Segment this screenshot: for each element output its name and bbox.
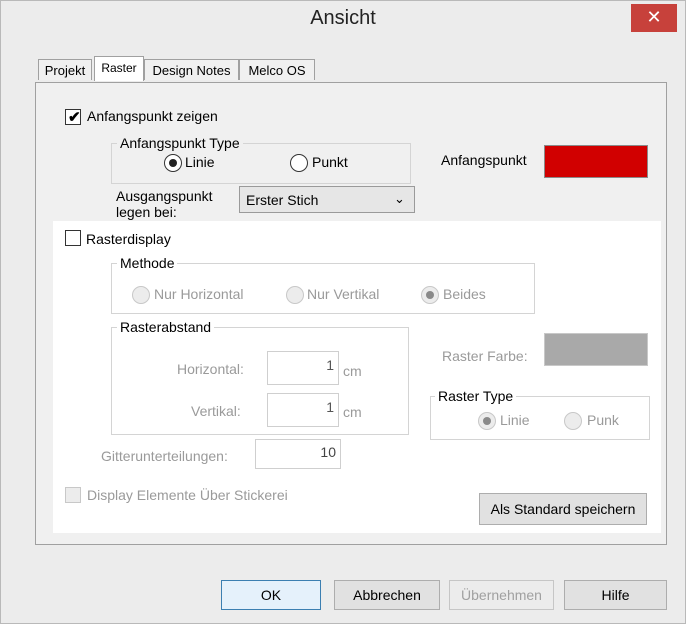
- tab-design-notes[interactable]: Design Notes: [144, 59, 239, 80]
- method-vertical-radio[interactable]: [286, 286, 304, 304]
- grid-display-checkbox[interactable]: [65, 230, 81, 246]
- method-both-label: Beides: [443, 286, 486, 302]
- place-origin-label: Ausgangspunkt legen bei:: [116, 188, 213, 220]
- apply-button[interactable]: Übernehmen: [449, 580, 554, 610]
- ok-button[interactable]: OK: [221, 580, 321, 610]
- title-bar[interactable]: Ansicht ✕: [1, 1, 685, 39]
- tab-projekt[interactable]: Projekt: [38, 59, 92, 80]
- window-title: Ansicht: [310, 7, 376, 29]
- ansicht-dialog: Ansicht ✕ Projekt Raster Design Notes Me…: [0, 0, 686, 624]
- spacing-group-label: Rasterabstand: [117, 319, 215, 335]
- tab-melco-os[interactable]: Melco OS: [239, 59, 315, 80]
- method-both-radio[interactable]: [421, 286, 439, 304]
- grid-color-label: Raster Farbe:: [442, 348, 528, 364]
- horizontal-spacing-input[interactable]: 1: [267, 351, 339, 385]
- place-origin-label-line1: Ausgangspunkt: [116, 188, 213, 204]
- origin-color-swatch[interactable]: [544, 145, 648, 178]
- help-button[interactable]: Hilfe: [564, 580, 667, 610]
- method-group-label: Methode: [117, 255, 178, 271]
- close-icon: ✕: [646, 7, 662, 27]
- grid-display-label: Rasterdisplay: [86, 231, 171, 247]
- spacing-group: Rasterabstand: [111, 319, 409, 435]
- tab-raster[interactable]: Raster: [94, 56, 144, 81]
- origin-type-line-label: Linie: [185, 154, 215, 170]
- checkmark-icon: ✔: [68, 109, 81, 126]
- method-horizontal-radio[interactable]: [132, 286, 150, 304]
- horizontal-spacing-unit: cm: [343, 363, 362, 379]
- vertical-spacing-unit: cm: [343, 404, 362, 420]
- elements-over-embroidery-checkbox[interactable]: [65, 487, 81, 503]
- place-origin-select[interactable]: Erster Stich ⌄: [239, 186, 415, 213]
- origin-type-group: Anfangspunkt Type: [111, 135, 411, 184]
- origin-color-label: Anfangspunkt: [441, 152, 527, 168]
- grid-type-line-radio[interactable]: [478, 412, 496, 430]
- save-as-default-button[interactable]: Als Standard speichern: [479, 493, 647, 525]
- origin-type-point-label: Punkt: [312, 154, 348, 170]
- grid-color-swatch[interactable]: [544, 333, 648, 366]
- vertical-spacing-input[interactable]: 1: [267, 393, 339, 427]
- method-horizontal-label: Nur Horizontal: [154, 286, 244, 302]
- chevron-down-icon: ⌄: [394, 191, 405, 206]
- elements-over-embroidery-label: Display Elemente Über Stickerei: [87, 487, 288, 503]
- origin-type-point-radio[interactable]: [290, 154, 308, 172]
- place-origin-label-line2: legen bei:: [116, 204, 177, 220]
- show-origin-label: Anfangspunkt zeigen: [87, 108, 218, 124]
- method-vertical-label: Nur Vertikal: [307, 286, 380, 302]
- grid-type-line-label: Linie: [500, 412, 530, 428]
- subdivisions-label: Gitterunterteilungen:: [101, 448, 228, 464]
- grid-type-group-label: Raster Type: [435, 388, 517, 404]
- place-origin-value: Erster Stich: [246, 192, 319, 208]
- grid-type-point-label: Punk: [587, 412, 619, 428]
- horizontal-spacing-label: Horizontal:: [177, 361, 244, 377]
- subdivisions-input[interactable]: 10: [255, 439, 341, 469]
- vertical-spacing-label: Vertikal:: [191, 403, 241, 419]
- origin-type-line-radio[interactable]: [164, 154, 182, 172]
- show-origin-checkbox[interactable]: ✔: [65, 109, 81, 126]
- close-button[interactable]: ✕: [631, 4, 677, 32]
- origin-type-group-label: Anfangspunkt Type: [117, 135, 243, 151]
- cancel-button[interactable]: Abbrechen: [334, 580, 440, 610]
- grid-type-point-radio[interactable]: [564, 412, 582, 430]
